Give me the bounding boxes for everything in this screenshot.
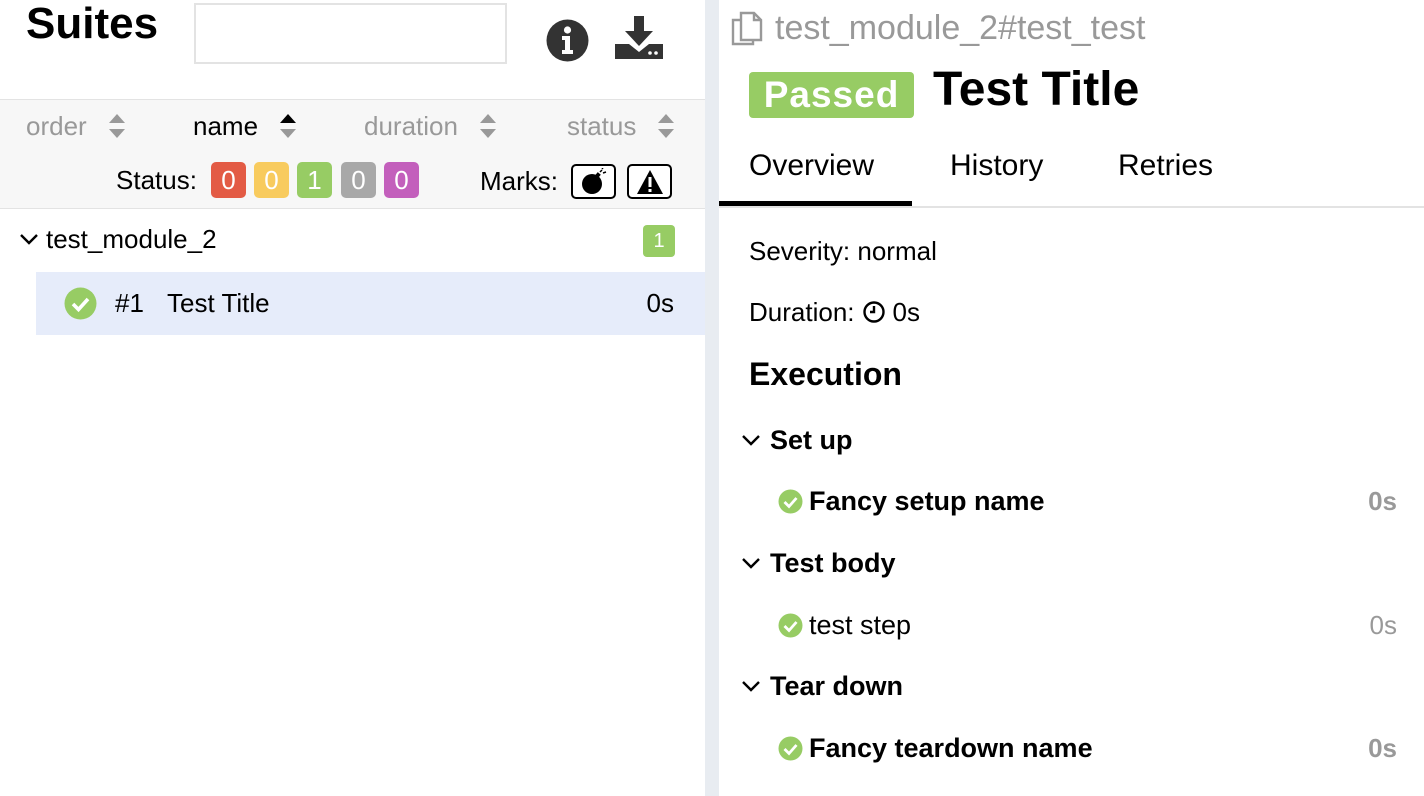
- status-filter-label: Status:: [116, 165, 197, 195]
- stage-setup-label: Set up: [770, 424, 853, 455]
- breadcrumb-text: test_module_2#test_test: [775, 8, 1146, 47]
- copy-icon: [731, 11, 763, 46]
- warning-icon: [636, 169, 663, 194]
- stage-setup[interactable]: Set up: [740, 420, 853, 460]
- stage-test-body-label: Test body: [770, 547, 896, 578]
- stage-teardown-label: Tear down: [770, 670, 904, 701]
- sort-duration[interactable]: duration: [364, 108, 497, 144]
- step-name: Fancy setup name: [809, 485, 1045, 516]
- search-input[interactable]: [194, 3, 507, 64]
- sort-order-label: order: [26, 111, 87, 141]
- clock-icon: [862, 301, 885, 323]
- sort-arrows-icon: [280, 114, 297, 138]
- passed-check-icon: [778, 489, 803, 513]
- status-failed-badge[interactable]: 0: [211, 162, 246, 198]
- test-row[interactable]: #1 Test Title 0s: [36, 272, 705, 335]
- step-test-body[interactable]: test step: [778, 605, 911, 645]
- pane-splitter[interactable]: [705, 0, 719, 796]
- test-row-duration: 0s: [646, 288, 674, 318]
- bomb-icon: [581, 167, 606, 194]
- passed-check-icon: [64, 287, 97, 320]
- page-title: Test Title: [933, 63, 1140, 116]
- sort-name[interactable]: name: [193, 108, 297, 144]
- sort-status-label: status: [567, 111, 637, 141]
- passed-check-icon: [778, 736, 803, 760]
- suites-pane: Suites order name duration status Status…: [0, 0, 705, 796]
- step-duration: 0s: [1368, 486, 1397, 516]
- status-unknown-badge[interactable]: 0: [384, 162, 419, 198]
- sort-arrows-icon: [658, 114, 675, 138]
- step-setup[interactable]: Fancy setup name: [778, 481, 1045, 521]
- chevron-down-icon: [20, 234, 38, 245]
- tabs-divider: [719, 206, 1424, 208]
- stage-teardown[interactable]: Tear down: [740, 666, 903, 706]
- chevron-down-icon: [742, 558, 760, 569]
- info-icon[interactable]: [546, 19, 589, 62]
- tab-overview[interactable]: Overview: [749, 146, 874, 186]
- step-duration: 0s: [1369, 610, 1397, 640]
- mark-new-failed-button[interactable]: [627, 164, 672, 199]
- test-order-number: #1: [115, 288, 144, 318]
- suite-group[interactable]: test_module_2: [14, 220, 684, 260]
- status-skipped-badge[interactable]: 0: [341, 162, 376, 198]
- pane-title: Suites: [26, 0, 159, 48]
- status-badge: Passed: [749, 72, 914, 118]
- download-icon[interactable]: [614, 14, 664, 60]
- active-tab-indicator: [719, 201, 912, 206]
- marks-filter-label: Marks:: [480, 166, 558, 196]
- sort-status[interactable]: status: [567, 108, 675, 144]
- sort-order[interactable]: order: [26, 108, 126, 144]
- passed-check-icon: [778, 613, 803, 637]
- execution-heading: Execution: [749, 356, 902, 392]
- duration-label: Duration:: [749, 297, 855, 327]
- stage-test-body[interactable]: Test body: [740, 543, 896, 583]
- sort-duration-label: duration: [364, 111, 458, 141]
- step-duration: 0s: [1368, 733, 1397, 763]
- severity: Severity: normal: [749, 236, 937, 266]
- sort-name-label: name: [193, 111, 259, 141]
- duration-value: 0s: [892, 297, 920, 327]
- test-row-title: Test Title: [167, 288, 270, 318]
- chevron-down-icon: [742, 435, 760, 446]
- step-name: test step: [809, 609, 912, 640]
- test-breadcrumb[interactable]: test_module_2#test_test: [729, 8, 1145, 48]
- duration-row: Duration: 0s: [749, 294, 920, 330]
- tab-retries[interactable]: Retries: [1118, 146, 1213, 186]
- tab-history[interactable]: History: [950, 146, 1043, 186]
- suite-group-name: test_module_2: [46, 224, 217, 254]
- mark-flaky-button[interactable]: [571, 164, 616, 199]
- step-name: Fancy teardown name: [809, 732, 1093, 763]
- sort-arrows-icon: [108, 114, 126, 138]
- status-broken-badge[interactable]: 0: [254, 162, 289, 198]
- chevron-down-icon: [742, 681, 760, 692]
- step-teardown[interactable]: Fancy teardown name: [778, 728, 1093, 768]
- sort-arrows-icon: [479, 114, 497, 138]
- status-passed-badge[interactable]: 1: [297, 162, 332, 198]
- suite-group-count-badge: 1: [643, 225, 675, 257]
